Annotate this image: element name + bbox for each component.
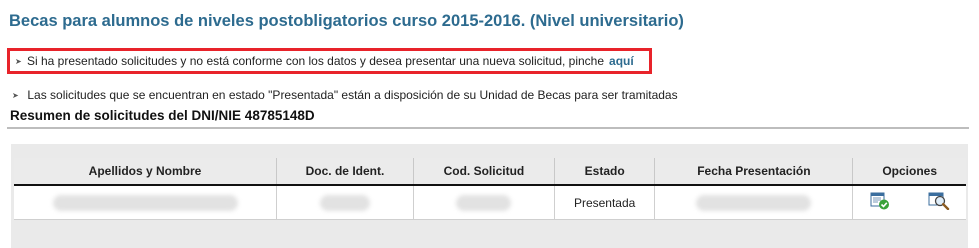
info-text: Las solicitudes que se encuentran en est… [27,88,678,102]
summary-title: Resumen de solicitudes del DNI/NIE 48785… [10,108,315,123]
col-fecha-presentacion: Fecha Presentación [654,158,854,186]
redacted-value [456,194,512,211]
table-header-row: Apellidos y Nombre Doc. de Ident. Cod. S… [14,158,966,186]
cell-fecha-presentacion [654,185,854,220]
col-apellidos-nombre: Apellidos y Nombre [14,158,278,186]
col-opciones: Opciones [852,158,966,186]
page-title: Becas para alumnos de niveles postobliga… [9,12,684,30]
arrow-right-icon: ➤ [15,56,22,66]
new-application-link[interactable]: aquí [609,54,634,68]
new-application-notice: ➤ Si ha presentado solicitudes y no está… [7,48,652,74]
cell-estado: Presentada [554,185,656,220]
notice-text: Si ha presentado solicitudes y no está c… [27,54,605,68]
col-estado: Estado [554,158,656,186]
table-row: Presentada [14,185,966,220]
summary-divider [7,127,969,129]
info-line: ➤ Las solicitudes que se encuentran en e… [12,88,678,102]
cell-doc-ident [276,185,414,220]
cell-cod-solicitud [413,185,555,220]
cell-apellidos-nombre [14,185,278,220]
col-cod-solicitud: Cod. Solicitud [413,158,555,186]
arrow-right-icon: ➤ [12,91,19,100]
applications-table: Apellidos y Nombre Doc. de Ident. Cod. S… [14,158,966,220]
redacted-value [696,194,812,211]
cell-opciones [852,185,966,220]
redacted-value [319,194,370,211]
magnifier-icon[interactable] [928,192,950,213]
col-doc-ident: Doc. de Ident. [276,158,414,186]
redacted-value [52,194,238,211]
document-check-icon[interactable] [870,192,890,213]
